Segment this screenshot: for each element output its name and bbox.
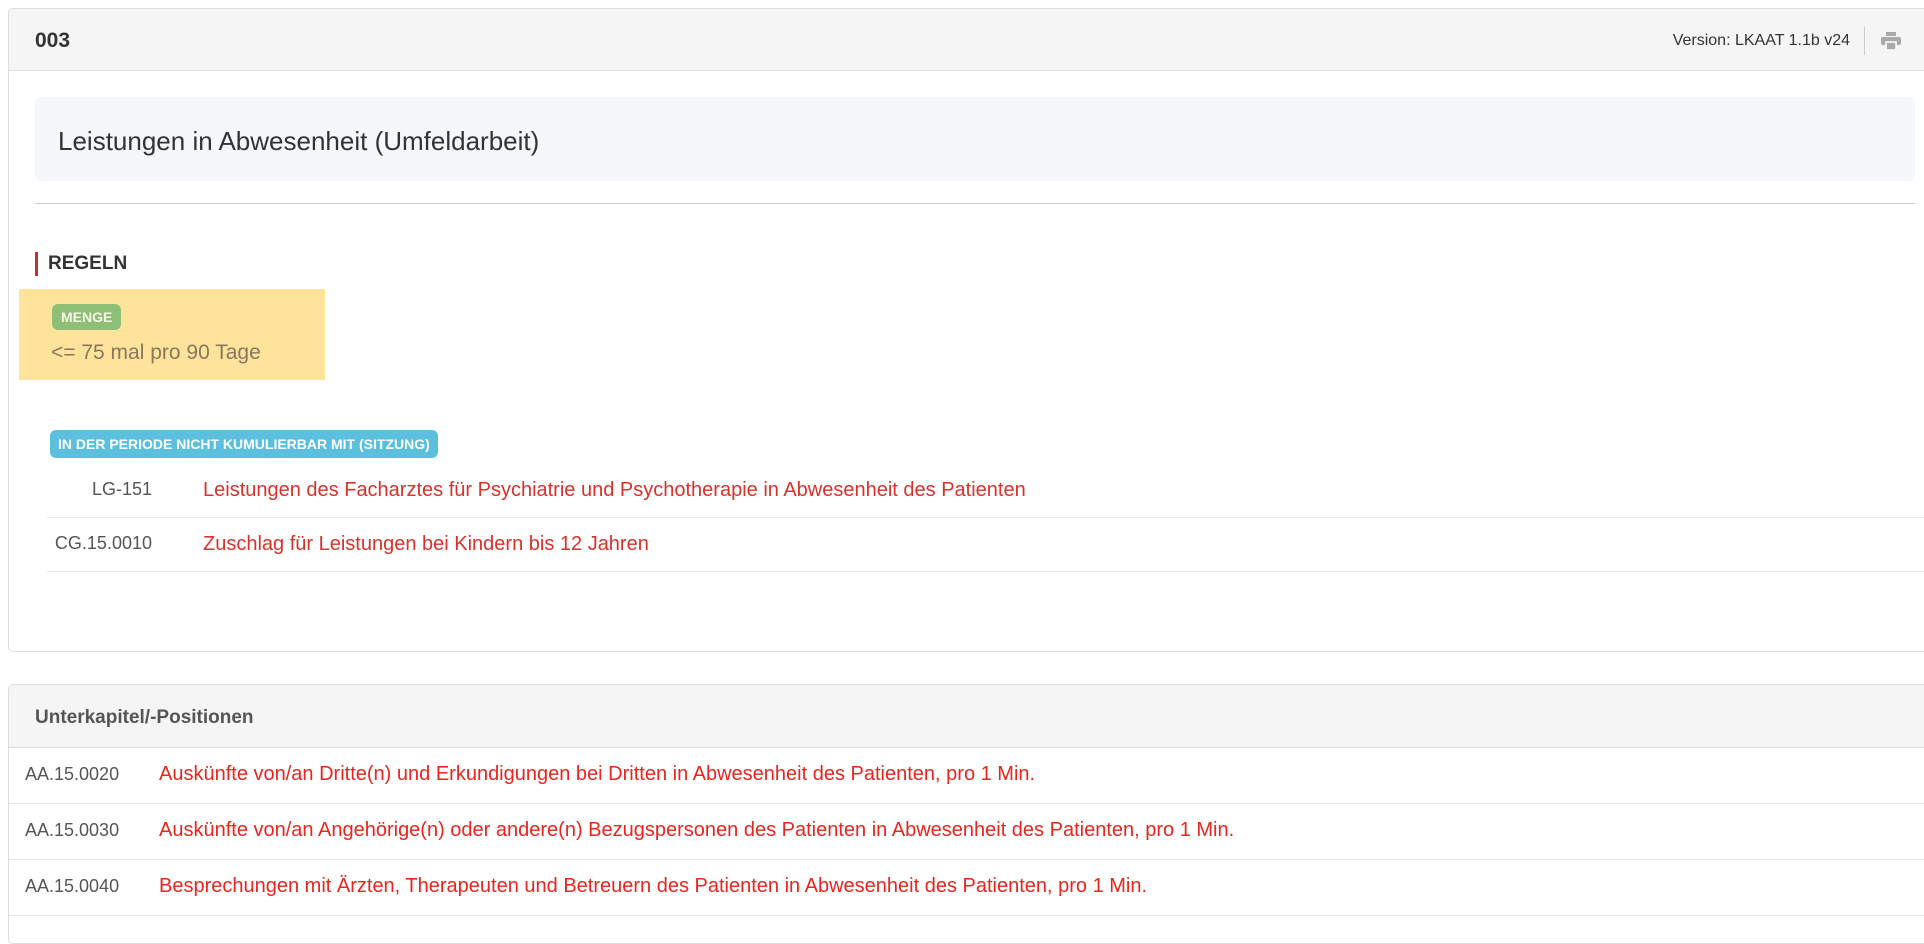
position-row[interactable]: AA.15.0020 Auskünfte von/an Dritte(n) un… <box>9 748 1924 804</box>
chapter-title: Leistungen in Abwesenheit (Umfeldarbeit) <box>58 126 540 156</box>
printer-icon[interactable] <box>1881 32 1901 50</box>
version-label: Version: LKAAT 1.1b v24 <box>1672 32 1850 49</box>
subpositions-card: Unterkapitel/-Positionen AA.15.0020 Ausk… <box>8 684 1924 944</box>
quantity-badge: MENGE <box>52 304 122 330</box>
position-code: AA.15.0030 <box>25 820 120 840</box>
header-divider <box>1864 27 1865 55</box>
position-row[interactable]: AA.15.0040 Besprechungen mit Ärzten, The… <box>9 860 1924 916</box>
position-link[interactable]: Auskünfte von/an Angehörige(n) oder ande… <box>159 819 1234 842</box>
position-code: AA.15.0040 <box>25 876 120 896</box>
cumulation-link[interactable]: Leistungen des Facharztes für Psychiatri… <box>203 479 1026 502</box>
title-divider <box>35 203 1915 204</box>
quantity-rule-text: <= 75 mal pro 90 Tage <box>51 341 261 364</box>
position-code: AA.15.0020 <box>25 764 120 784</box>
cumulation-row[interactable]: CG.15.0010 Zuschlag für Leistungen bei K… <box>47 518 1924 572</box>
quantity-rule-box: MENGE <= 75 mal pro 90 Tage <box>19 289 325 380</box>
chapter-title-box: Leistungen in Abwesenheit (Umfeldarbeit) <box>35 97 1915 181</box>
header-actions: Version: LKAAT 1.1b v24 <box>1673 27 1901 55</box>
cumulation-row[interactable]: LG-151 Leistungen des Facharztes für Psy… <box>47 464 1924 518</box>
subpositions-header: Unterkapitel/-Positionen <box>9 685 1924 748</box>
subpositions-title: Unterkapitel/-Positionen <box>35 707 254 728</box>
chapter-detail-card: 003 Version: LKAAT 1.1b v24 Leistungen i… <box>8 8 1924 652</box>
chapter-code: 003 <box>35 29 71 52</box>
cumulation-link[interactable]: Zuschlag für Leistungen bei Kindern bis … <box>203 533 649 556</box>
chapter-header: 003 Version: LKAAT 1.1b v24 <box>9 9 1924 71</box>
rules-heading: REGELN <box>35 252 127 276</box>
position-link[interactable]: Besprechungen mit Ärzten, Therapeuten un… <box>159 875 1147 898</box>
cumulation-code: CG.15.0010 <box>54 533 152 553</box>
position-link[interactable]: Auskünfte von/an Dritte(n) und Erkundigu… <box>159 763 1035 786</box>
position-row[interactable]: AA.15.0030 Auskünfte von/an Angehörige(n… <box>9 804 1924 860</box>
cumulation-code: LG-151 <box>91 479 152 499</box>
cumulation-list: LG-151 Leistungen des Facharztes für Psy… <box>47 464 1924 572</box>
cumulation-badge: IN DER PERIODE NICHT KUMULIERBAR MIT (SI… <box>50 430 438 458</box>
